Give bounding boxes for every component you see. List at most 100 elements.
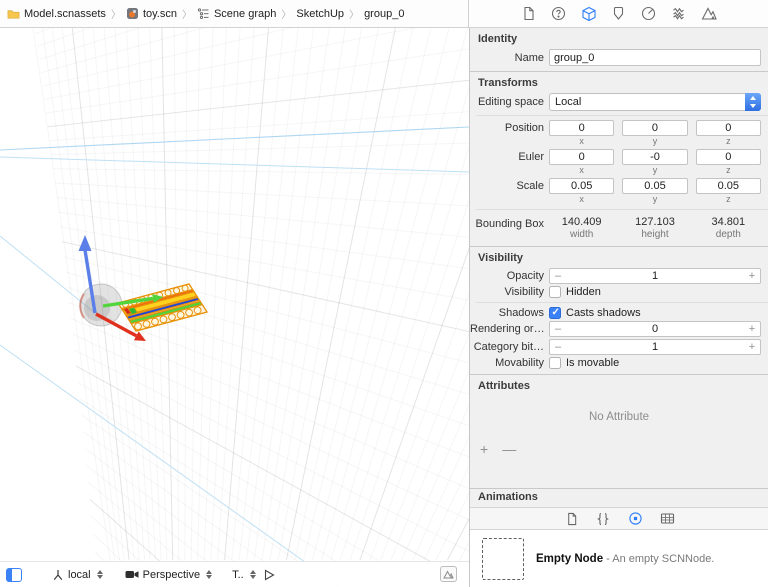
category-bitmask-stepper[interactable]: – 1 + <box>549 339 761 355</box>
position-x-field[interactable] <box>549 120 615 136</box>
empty-node-thumbnail <box>482 537 524 580</box>
breadcrumb-label: Scene graph <box>213 7 277 20</box>
library-item-empty-node[interactable]: Empty Node - An empty SCNNode. <box>470 530 768 587</box>
attributes-inspector-tab[interactable] <box>610 5 627 22</box>
mountains-icon <box>701 7 717 20</box>
truncated-popup[interactable]: T.. <box>232 569 256 581</box>
stepper-minus-button[interactable]: – <box>550 341 566 353</box>
attributes-section-header: Attributes <box>478 380 530 392</box>
file-icon <box>524 6 534 21</box>
quick-help-tab[interactable] <box>550 5 567 22</box>
rendering-order-stepper[interactable]: – 0 + <box>549 321 761 337</box>
breadcrumb-item-sketchup[interactable]: SketchUp <box>296 8 344 20</box>
stepper-minus-button[interactable]: – <box>550 323 566 335</box>
code-snippets-tab[interactable] <box>595 511 611 527</box>
name-field[interactable] <box>549 49 761 66</box>
breadcrumb-separator: 〉 <box>181 10 192 21</box>
axis-sublabel: x <box>579 136 584 146</box>
euler-y-field[interactable] <box>622 149 688 165</box>
file-inspector-tab[interactable] <box>520 5 537 22</box>
objects-library-tab[interactable] <box>627 511 643 527</box>
movability-label: Movability <box>495 357 544 369</box>
editing-space-select[interactable]: Local <box>549 93 761 111</box>
opacity-row: Opacity – 1 + <box>470 267 768 285</box>
breadcrumb-item-scene-graph[interactable]: Scene graph <box>197 7 276 20</box>
help-icon <box>551 6 566 21</box>
filmstrip-icon <box>660 513 674 524</box>
cube-icon <box>581 6 596 21</box>
bounding-box-width: 140.409 <box>561 216 602 228</box>
attributes-toolbar: + — <box>470 439 768 461</box>
library-item-title: Empty Node <box>536 552 604 565</box>
scene-viewport[interactable]: local Perspective T.. <box>0 28 469 587</box>
position-z-field[interactable] <box>695 120 761 136</box>
casts-shadows-checkbox-label: Casts shadows <box>566 307 641 319</box>
stepper-minus-button[interactable]: – <box>550 270 566 282</box>
visibility-label: Visibility <box>504 286 544 298</box>
breadcrumb-separator: 〉 <box>349 10 360 21</box>
stepper-plus-button[interactable]: + <box>744 270 760 282</box>
opacity-stepper[interactable]: – 1 + <box>549 268 761 284</box>
editing-space-value: Local <box>555 96 582 108</box>
axis-mode-value: local <box>68 568 91 581</box>
add-attribute-button[interactable]: + <box>480 441 488 457</box>
braces-icon <box>597 512 609 525</box>
identity-section-header: Identity <box>478 33 518 45</box>
toy-model[interactable] <box>117 283 208 332</box>
divider <box>476 115 768 116</box>
scale-row: Scale x y z <box>470 177 768 206</box>
scenekit-editor-window: Model.scnassets 〉 toy.scn 〉 Scene graph … <box>0 0 768 587</box>
scale-x-field[interactable] <box>549 178 615 194</box>
position-y-field[interactable] <box>622 120 688 136</box>
euler-label: Euler <box>518 151 544 163</box>
euler-z-field[interactable] <box>695 149 761 165</box>
scene-canvas <box>0 28 469 587</box>
breadcrumb-item-group-0[interactable]: group_0 <box>364 8 404 20</box>
breadcrumb-item-model-scnassets[interactable]: Model.scnassets <box>7 8 106 20</box>
position-row: Position x y z <box>470 119 768 148</box>
breadcrumb-separator: 〉 <box>281 10 292 21</box>
hidden-checkbox[interactable] <box>549 286 561 298</box>
truncated-popup-value: T.. <box>232 568 244 581</box>
material-inspector-tab[interactable] <box>640 5 657 22</box>
rendering-order-value: 0 <box>651 323 659 335</box>
breadcrumb-item-toy-scn[interactable]: toy.scn <box>126 7 177 20</box>
hidden-checkbox-label: Hidden <box>566 286 601 298</box>
casts-shadows-checkbox[interactable] <box>549 307 561 319</box>
media-library-tab[interactable] <box>659 511 675 527</box>
stepper-plus-button[interactable]: + <box>744 323 760 335</box>
breadcrumb-label: toy.scn <box>142 7 177 20</box>
play-button[interactable] <box>264 569 275 581</box>
spring-icon <box>673 7 684 20</box>
scene-inspector-tab[interactable] <box>700 5 717 22</box>
shadows-row: Shadows Casts shadows <box>470 306 768 320</box>
library-pane: Animations Empty Node - An empty SCNNode… <box>470 488 768 587</box>
opacity-label: Opacity <box>506 270 544 282</box>
camera-popup[interactable]: Perspective <box>125 569 213 581</box>
library-item-description: An empty SCNNode. <box>612 552 715 565</box>
badge-down-icon <box>613 6 624 20</box>
scene-file-icon <box>126 8 138 19</box>
scale-z-field[interactable] <box>695 178 761 194</box>
bounding-box-width-label: width <box>569 229 594 240</box>
axis-mode-popup[interactable]: local <box>52 569 103 581</box>
transforms-section-header: Transforms <box>478 77 538 89</box>
axis-sublabel: x <box>579 165 584 175</box>
euler-x-field[interactable] <box>549 149 615 165</box>
name-row: Name <box>470 48 768 67</box>
physics-inspector-tab[interactable] <box>670 5 687 22</box>
navigator-toggle-button[interactable] <box>6 567 22 582</box>
is-movable-checkbox[interactable] <box>549 357 561 369</box>
breadcrumb: Model.scnassets 〉 toy.scn 〉 Scene graph … <box>0 0 469 27</box>
stepper-plus-button[interactable]: + <box>744 341 760 353</box>
scale-y-field[interactable] <box>622 178 688 194</box>
movability-row: Movability Is movable <box>470 356 768 370</box>
breadcrumb-separator: 〉 <box>110 10 121 21</box>
remove-attribute-button[interactable]: — <box>502 441 516 457</box>
node-inspector-tab[interactable] <box>580 5 597 22</box>
scene-overview-button[interactable] <box>440 566 457 582</box>
y-axis-arrow[interactable] <box>78 235 92 251</box>
file-templates-tab[interactable] <box>563 511 579 527</box>
bounding-box-height-label: height <box>641 229 669 240</box>
scene-graph-icon <box>197 8 209 19</box>
